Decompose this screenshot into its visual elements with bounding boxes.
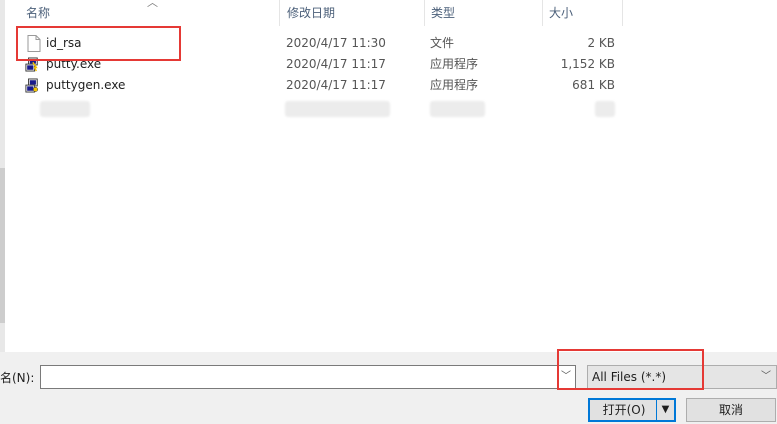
filename-combobox[interactable]: ﹀ bbox=[40, 365, 576, 389]
chevron-down-icon[interactable]: ﹀ bbox=[556, 366, 575, 388]
column-header-modified-label: 修改日期 bbox=[287, 6, 336, 20]
column-header-name-label: 名称 bbox=[26, 6, 51, 20]
file-row-id-rsa[interactable]: id_rsa 2020/4/17 11:30 文件 2 KB bbox=[5, 33, 775, 54]
file-type-filter[interactable]: All Files (*.*) ﹀ bbox=[587, 365, 777, 389]
puttygen-icon bbox=[25, 78, 38, 93]
column-header-type-label: 类型 bbox=[431, 6, 456, 20]
file-type: 应用程序 bbox=[430, 78, 479, 92]
file-type: 文件 bbox=[430, 36, 455, 50]
column-header-size[interactable]: 大小 bbox=[543, 0, 623, 26]
file-name: id_rsa bbox=[46, 36, 82, 50]
open-button-label: 打开(O) bbox=[602, 403, 646, 417]
file-size: 681 KB bbox=[572, 78, 615, 92]
column-header-modified[interactable]: 修改日期 bbox=[281, 0, 425, 26]
filename-input[interactable] bbox=[41, 366, 556, 388]
file-name: puttygen.exe bbox=[46, 78, 126, 92]
scrollbar-thumb[interactable] bbox=[0, 168, 5, 323]
file-size: 1,152 KB bbox=[560, 57, 615, 71]
file-type: 应用程序 bbox=[430, 57, 479, 71]
cancel-button-label: 取消 bbox=[718, 403, 743, 417]
open-button[interactable]: 打开(O) ▼ bbox=[588, 398, 676, 422]
file-type-filter-value: All Files (*.*) bbox=[592, 370, 667, 384]
file-row-putty[interactable]: putty.exe 2020/4/17 11:17 应用程序 1,152 KB bbox=[5, 54, 775, 75]
file-modified: 2020/4/17 11:17 bbox=[286, 57, 386, 71]
file-row-puttygen[interactable]: puttygen.exe 2020/4/17 11:17 应用程序 681 KB bbox=[5, 75, 775, 96]
putty-icon bbox=[25, 57, 38, 72]
split-dropdown-icon[interactable]: ▼ bbox=[656, 400, 674, 420]
cancel-button[interactable]: 取消 bbox=[686, 398, 776, 422]
column-header-size-label: 大小 bbox=[549, 6, 574, 20]
file-list-view[interactable]: 名称 ︿ 修改日期 类型 大小 id_rsa 2020/4/17 11:30 文… bbox=[0, 0, 777, 352]
column-header-type[interactable]: 类型 bbox=[425, 0, 543, 26]
file-modified: 2020/4/17 11:30 bbox=[286, 36, 386, 50]
file-size: 2 KB bbox=[587, 36, 615, 50]
file-name: putty.exe bbox=[46, 57, 102, 71]
column-header: 名称 ︿ 修改日期 类型 大小 bbox=[5, 0, 777, 26]
document-icon bbox=[27, 35, 41, 52]
filename-label: 名(N): bbox=[0, 371, 35, 385]
sort-up-icon: ︿ bbox=[147, 0, 158, 9]
chevron-down-icon[interactable]: ﹀ bbox=[756, 366, 776, 388]
file-modified: 2020/4/17 11:17 bbox=[286, 78, 386, 92]
